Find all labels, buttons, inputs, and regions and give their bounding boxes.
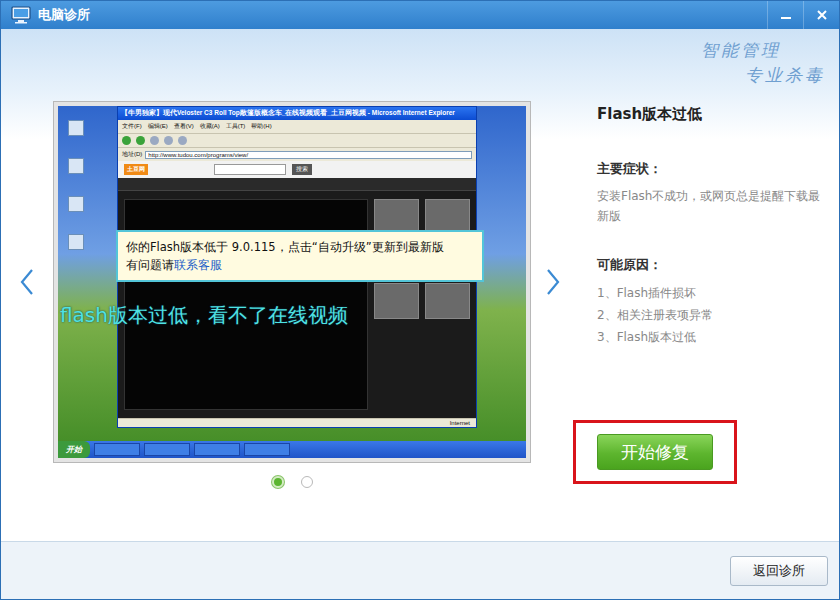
minimize-icon <box>780 9 792 21</box>
slogan-line: 智能管理 <box>701 39 825 62</box>
refresh-icon <box>164 136 173 145</box>
site-logo: 土豆网 <box>124 164 148 175</box>
carousel: 【牛男独家】现代Veloster C3 Roll Top敞篷版概念车_在线视频观… <box>53 101 531 488</box>
cause-list: 1、Flash插件损坏2、相关注册表项异常3、Flash版本过低 <box>597 282 839 348</box>
address-bar: 地址(D)http://www.tudou.com/programs/view/ <box>118 148 476 161</box>
menu-item: 帮助(H) <box>251 122 271 131</box>
back-icon <box>122 136 131 145</box>
browser-title: 【牛男独家】现代Veloster C3 Roll Top敞篷版概念车_在线视频观… <box>118 107 476 120</box>
window-controls <box>767 1 839 29</box>
start-button: 开始 <box>58 441 90 458</box>
taskbar-item <box>194 443 240 456</box>
address-field: http://www.tudou.com/programs/view/ <box>145 151 472 159</box>
web-page: 土豆网 搜索 <box>118 161 476 418</box>
desktop-screenshot: 【牛男独家】现代Veloster C3 Roll Top敞篷版概念车_在线视频观… <box>58 106 526 458</box>
main-area: 智能管理专业杀毒【牛男独家】现代Veloster C3 Roll Top敞篷版概… <box>1 29 839 541</box>
window-title: 电脑诊所 <box>38 6 90 24</box>
minimize-button[interactable] <box>767 1 803 29</box>
browser-status: Internet <box>118 418 476 427</box>
desktop-icon <box>68 158 84 174</box>
menu-item: 编辑(E) <box>148 122 168 131</box>
slide-frame: 【牛男独家】现代Veloster C3 Roll Top敞篷版概念车_在线视频观… <box>53 101 531 463</box>
footer-bar: 返回诊所 <box>1 541 839 599</box>
flash-warning-tooltip: 你的Flash版本低于 9.0.115，点击“自动升级”更新到最新版有问题请联系… <box>116 230 484 282</box>
slogan-line: 专业杀毒 <box>745 64 825 87</box>
slogan: 智能管理专业杀毒 <box>701 39 825 87</box>
cause-item: 1、Flash插件损坏 <box>597 282 839 304</box>
close-icon <box>816 9 828 21</box>
cause-item: 3、Flash版本过低 <box>597 326 839 348</box>
search-button: 搜索 <box>292 164 312 175</box>
diagnosis-window: 电脑诊所智能管理专业杀毒【牛男独家】现代Veloster C3 Roll Top… <box>0 0 840 600</box>
browser-toolbar <box>118 134 476 148</box>
video-thumbnail <box>425 283 470 319</box>
support-link[interactable]: 联系客服 <box>174 258 222 272</box>
chevron-left-icon <box>19 268 35 296</box>
taskbar-item <box>144 443 190 456</box>
desktop-icon <box>68 234 84 250</box>
cause-label: 可能原因： <box>597 256 839 274</box>
menu-item: 查看(V) <box>174 122 194 131</box>
browser-menu: 文件(F) 编辑(E) 查看(V) 收藏(A) 工具(T) 帮助(H) <box>118 120 476 134</box>
chevron-right-icon <box>545 268 561 296</box>
cause-item: 2、相关注册表项异常 <box>597 304 839 326</box>
slide-dot[interactable] <box>272 476 284 488</box>
highlight-frame: 开始修复 <box>573 420 737 484</box>
prev-button[interactable] <box>19 268 35 296</box>
symptom-label: 主要症状： <box>597 160 839 178</box>
issue-title: Flash版本过低 <box>597 104 839 124</box>
video-thumbnail <box>374 283 419 319</box>
menu-item: 文件(F) <box>122 122 142 131</box>
monitor-icon <box>11 6 31 24</box>
next-button[interactable] <box>545 268 561 296</box>
taskbar: 开始 <box>58 441 526 458</box>
back-button[interactable]: 返回诊所 <box>730 556 828 586</box>
desktop-icon <box>68 120 84 136</box>
close-button[interactable] <box>803 1 839 29</box>
stop-icon <box>150 136 159 145</box>
taskbar-item <box>94 443 140 456</box>
menu-item: 工具(T) <box>226 122 246 131</box>
issue-panel: Flash版本过低主要症状： 安装Flash不成功，或网页总是提醒下载最新版可能原… <box>575 101 839 488</box>
slide-dots <box>272 476 313 488</box>
menu-item: 收藏(A) <box>200 122 220 131</box>
start-fix-button[interactable]: 开始修复 <box>597 434 713 470</box>
forward-icon <box>136 136 145 145</box>
slide-dot[interactable] <box>301 476 313 488</box>
taskbar-item <box>244 443 290 456</box>
symptom-text: 安装Flash不成功，或网页总是提醒下载最新版 <box>597 186 825 226</box>
desktop-icon <box>68 196 84 212</box>
slide-caption: flash版本过低，看不了在线视频 <box>60 302 348 329</box>
home-icon <box>178 136 187 145</box>
title-bar: 电脑诊所 <box>1 1 839 29</box>
